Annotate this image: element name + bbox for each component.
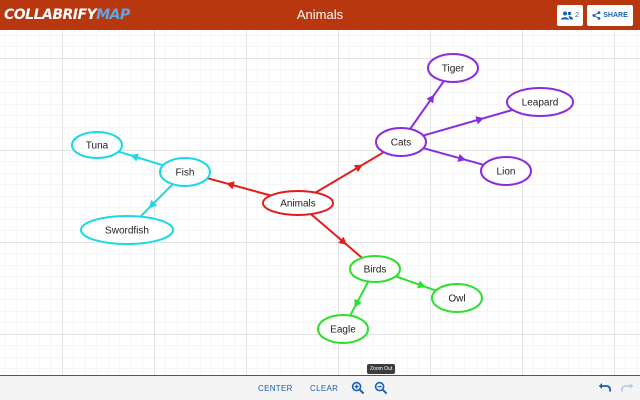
share-icon: [592, 11, 601, 20]
node-label: Birds: [364, 265, 387, 276]
node-birds[interactable]: Birds: [349, 255, 401, 283]
node-lion[interactable]: Lion: [480, 156, 532, 186]
app-header: COLLABRIFYMAP Animals 2 SHARE: [0, 0, 640, 30]
node-tuna[interactable]: Tuna: [71, 131, 123, 159]
bottom-toolbar: CENTER CLEAR: [0, 375, 640, 400]
mind-map[interactable]: Animals Cats Tiger Leapard Lion Fish Tuna Sword…: [0, 30, 640, 375]
node-cats[interactable]: Cats: [375, 127, 427, 157]
node-label: Tuna: [86, 141, 109, 152]
node-label: Tiger: [442, 64, 465, 75]
map-title: Animals: [296, 7, 344, 22]
node-label: Eagle: [330, 325, 356, 336]
center-button[interactable]: CENTER: [258, 376, 293, 400]
zoom-out-icon[interactable]: [374, 381, 388, 395]
node-label: Cats: [391, 138, 412, 149]
node-eagle[interactable]: Eagle: [317, 314, 369, 344]
node-label: Leapard: [522, 98, 559, 109]
share-button[interactable]: SHARE: [587, 5, 633, 26]
users-count: 2: [575, 12, 579, 19]
node-leapard[interactable]: Leapard: [506, 87, 574, 117]
node-owl[interactable]: Owl: [431, 283, 483, 313]
redo-icon[interactable]: [620, 380, 634, 394]
node-label: Animals: [280, 199, 316, 210]
node-label: Fish: [176, 168, 195, 179]
clear-button[interactable]: CLEAR: [310, 376, 338, 400]
map-canvas[interactable]: Animals Cats Tiger Leapard Lion Fish Tuna Sword…: [0, 30, 640, 375]
share-label: SHARE: [603, 12, 628, 19]
node-animals[interactable]: Animals: [262, 190, 334, 216]
node-tiger[interactable]: Tiger: [427, 53, 479, 83]
zoom-in-icon[interactable]: [351, 381, 365, 395]
users-icon: [561, 11, 574, 20]
users-button[interactable]: 2: [557, 5, 583, 26]
node-label: Lion: [497, 167, 516, 178]
zoom-out-tooltip: Zoom Out: [367, 364, 396, 374]
node-fish[interactable]: Fish: [159, 157, 211, 187]
node-label: Owl: [448, 294, 465, 305]
node-label: Swordfish: [105, 226, 149, 237]
undo-icon[interactable]: [598, 380, 612, 394]
node-swordfish[interactable]: Swordfish: [80, 215, 174, 245]
